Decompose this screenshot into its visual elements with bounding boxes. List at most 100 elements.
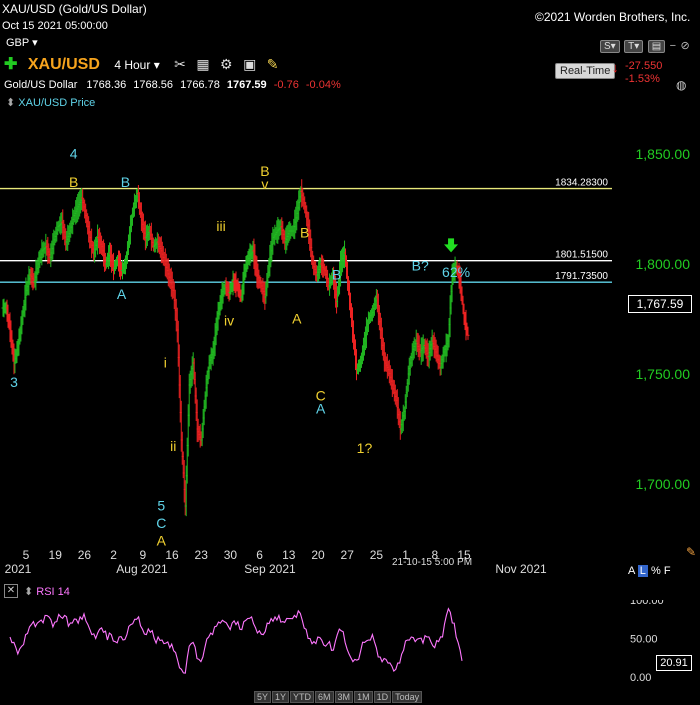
symbol-name[interactable]: XAU/USD bbox=[28, 56, 100, 73]
green-arrow-icon bbox=[444, 238, 459, 253]
tools-icon[interactable]: ✂ bbox=[174, 56, 186, 72]
wave-label: 4 bbox=[70, 145, 78, 161]
grid-icon[interactable]: ▦ bbox=[196, 56, 209, 72]
datetime: Oct 15 2021 05:00:00 bbox=[2, 20, 108, 32]
axis-pct-toggle[interactable]: % bbox=[651, 565, 661, 577]
price-chart[interactable]: 1,850.00 1,800.00 1,750.00 1,700.00 1834.283… bbox=[0, 110, 700, 580]
t-button[interactable]: T▾ bbox=[624, 40, 644, 53]
close-value: 1767.59 bbox=[226, 79, 267, 91]
wave-label: iv bbox=[224, 313, 234, 329]
level-label: 1834.28300 bbox=[555, 178, 608, 189]
x-tick-label: 5 bbox=[23, 548, 30, 562]
rt-change: -27.550 bbox=[625, 60, 663, 72]
wave-label: 5 bbox=[157, 497, 165, 513]
axis-f-toggle[interactable]: F bbox=[664, 565, 671, 577]
x-tick-label: 16 bbox=[165, 548, 179, 562]
symbol-row: ✚ XAU/USD 4 Hour ▾ ✂ ▦ ⚙ ▣ ✎ bbox=[4, 54, 278, 76]
settings-gear-icon[interactable]: ⚙ bbox=[220, 56, 233, 72]
wave-label: A bbox=[117, 286, 127, 302]
range-button-5y[interactable]: 5Y bbox=[254, 691, 272, 703]
axis-l-toggle[interactable]: L bbox=[637, 565, 648, 577]
y-tick-label: 1,800.00 bbox=[636, 256, 691, 272]
x-tick-label: 27 bbox=[341, 548, 355, 562]
rsi-chart[interactable]: 100.00 50.00 0.00 bbox=[0, 600, 700, 685]
globe-icon[interactable]: ◍ bbox=[676, 78, 686, 92]
y-tick-label: 1,850.00 bbox=[636, 146, 691, 162]
wave-label: A bbox=[316, 401, 326, 417]
level-label: 1801.51500 bbox=[555, 250, 608, 261]
range-buttons: 5Y 1Y YTD 6M 3M 1M 1D Today bbox=[254, 687, 423, 705]
y-tick-label: 1,700.00 bbox=[636, 476, 691, 492]
x-tick-label: 30 bbox=[224, 548, 238, 562]
rsi-label[interactable]: ⬍ RSI 14 bbox=[24, 585, 70, 598]
header-buttons: S▾ T▾ ▤ − ⊘ bbox=[600, 36, 690, 54]
wave-label: A bbox=[292, 310, 302, 326]
low-value: 1766.78 bbox=[180, 79, 220, 91]
x-tick-label: 20 bbox=[311, 548, 325, 562]
last-price-tag: 1,767.59 bbox=[628, 295, 692, 313]
close-icon[interactable]: ✕ bbox=[4, 584, 18, 598]
drawing-pen-icon[interactable]: ✎ bbox=[686, 545, 696, 559]
minimize-icon[interactable]: − bbox=[670, 40, 676, 52]
wave-label: B bbox=[121, 174, 130, 190]
price-legend[interactable]: ⬍ XAU/USD Price bbox=[6, 96, 95, 109]
month-label: 2021 bbox=[5, 562, 32, 576]
change-pct-value: -0.04% bbox=[305, 79, 341, 91]
range-button-1m[interactable]: 1M bbox=[354, 691, 373, 703]
x-tick-label: 19 bbox=[49, 548, 63, 562]
y-tick-label: 1,750.00 bbox=[636, 366, 691, 382]
range-button-ytd[interactable]: YTD bbox=[290, 691, 315, 703]
x-tick-label: 25 bbox=[370, 548, 384, 562]
wave-label: C bbox=[156, 515, 166, 531]
rsi-y-tick: 0.00 bbox=[630, 672, 651, 684]
rsi-last-tag: 20.91 bbox=[656, 655, 692, 671]
range-button-1d[interactable]: 1D bbox=[373, 691, 392, 703]
x-tick-label: 23 bbox=[195, 548, 209, 562]
layout-icon[interactable]: ▤ bbox=[647, 40, 666, 53]
x-tick-label: 9 bbox=[139, 548, 146, 562]
range-button-6m[interactable]: 6M bbox=[315, 691, 334, 703]
wave-label: B bbox=[300, 225, 309, 241]
range-button-3m[interactable]: 3M bbox=[334, 691, 354, 703]
note-icon[interactable]: ✎ bbox=[267, 56, 279, 72]
axis-toggles: A L % F bbox=[628, 565, 671, 577]
wave-label: iii bbox=[216, 218, 225, 234]
rsi-header: ✕ ⬍ RSI 14 bbox=[0, 582, 700, 602]
range-button-1y[interactable]: 1Y bbox=[272, 691, 290, 703]
wave-label: B bbox=[332, 266, 341, 282]
wave-label: 62% bbox=[442, 264, 470, 280]
wave-label: i bbox=[164, 354, 167, 370]
realtime-button[interactable]: Real-Time bbox=[555, 63, 616, 79]
month-label: Nov 2021 bbox=[495, 562, 547, 576]
month-label: Aug 2021 bbox=[116, 562, 168, 576]
chart-header: XAU/USD (Gold/US Dollar) ©2021 Worden Br… bbox=[0, 0, 700, 34]
down-arrow-icon: ↓ bbox=[612, 60, 619, 75]
axis-a-toggle[interactable]: A bbox=[628, 565, 635, 577]
x-tick-label: 13 bbox=[282, 548, 296, 562]
s-button[interactable]: S▾ bbox=[600, 40, 620, 53]
interval-select[interactable]: 4 Hour ▾ bbox=[114, 58, 159, 72]
toolbar: GBP ▾ S▾ T▾ ▤ − ⊘ bbox=[0, 34, 700, 54]
x-tick-label: 2 bbox=[110, 548, 117, 562]
document-icon[interactable]: ▣ bbox=[243, 56, 256, 72]
pin-icon[interactable]: ⊘ bbox=[681, 40, 690, 52]
wave-label: v bbox=[261, 176, 268, 192]
resize-icon: ⬍ bbox=[6, 97, 16, 109]
wave-label: ii bbox=[170, 438, 176, 454]
add-symbol-icon[interactable]: ✚ bbox=[4, 56, 17, 73]
resize-icon: ⬍ bbox=[24, 586, 34, 598]
rt-change-pct: -1.53% bbox=[625, 73, 660, 85]
wave-label: 1? bbox=[357, 440, 373, 456]
rsi-y-tick: 50.00 bbox=[630, 634, 658, 646]
wave-label: A bbox=[157, 533, 167, 549]
rsi-line bbox=[9, 607, 463, 674]
wave-label: 3 bbox=[10, 374, 18, 390]
currency-select[interactable]: GBP ▾ bbox=[6, 36, 38, 49]
instrument-name: Gold/US Dollar bbox=[4, 79, 78, 91]
chart-title: XAU/USD (Gold/US Dollar) bbox=[2, 2, 147, 16]
wave-label: B? bbox=[412, 258, 429, 274]
ohlc-row: Gold/US Dollar 1768.36 1768.56 1766.78 1… bbox=[4, 79, 341, 91]
change-value: -0.76 bbox=[273, 79, 299, 91]
range-button-today[interactable]: Today bbox=[392, 691, 423, 703]
high-value: 1768.56 bbox=[133, 79, 174, 91]
